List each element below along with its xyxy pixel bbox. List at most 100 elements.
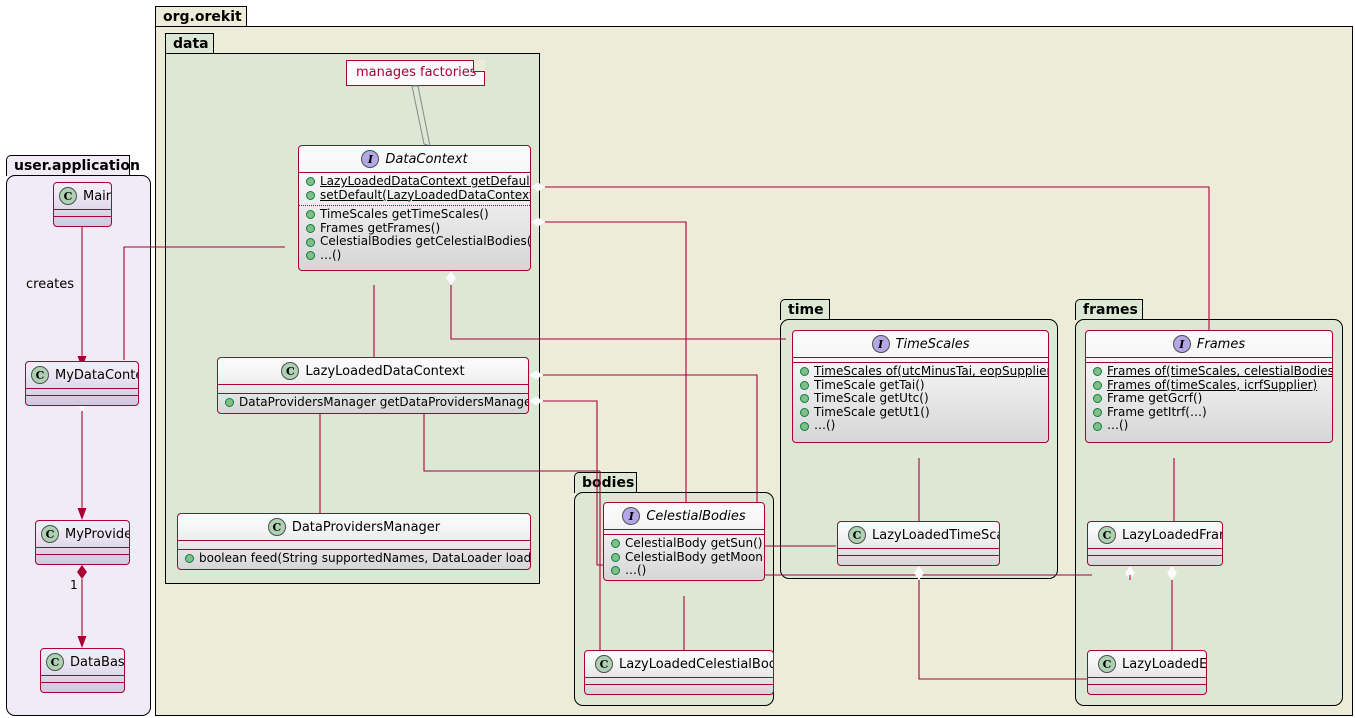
member-row: …() <box>1086 419 1332 433</box>
member-label: Frames of(timeScales, icrfSupplier) <box>1107 377 1318 392</box>
visibility-public-icon <box>800 421 809 431</box>
class-frames-name: Frames <box>1196 336 1246 352</box>
class-lazyloadedframes-name: LazyLoadedFrames <box>1122 527 1222 543</box>
class-dataprovidersmanager-members: boolean feed(String supportedNames, Data… <box>178 550 530 569</box>
class-lazyloadedcelestialbodies[interactable]: C LazyLoadedCelestialBodies <box>584 650 774 695</box>
empty-attributes-row <box>218 385 528 393</box>
class-icon: C <box>281 362 300 380</box>
class-datacontext-header: I DataContext <box>299 146 530 172</box>
member-row: DataProvidersManager getDataProvidersMan… <box>218 395 529 410</box>
interface-icon: I <box>871 335 890 353</box>
package-user-application-body <box>6 175 151 716</box>
class-datacontext-name: DataContext <box>385 151 468 167</box>
empty-methods-row <box>41 683 124 689</box>
class-mydatacontext-name: MyDataContext <box>55 367 138 383</box>
member-row: boolean feed(String supportedNames, Data… <box>178 551 530 566</box>
class-celestialbodies-header: I CelestialBodies <box>604 503 764 529</box>
interface-icon: I <box>361 150 380 168</box>
visibility-public-icon <box>611 539 620 549</box>
visibility-public-icon <box>225 398 234 408</box>
class-mydatacontext-header: C MyDataContext <box>26 362 138 388</box>
member-label: CelestialBody getSun() <box>625 536 763 550</box>
class-celestialbodies-name: CelestialBodies <box>646 508 746 524</box>
visibility-public-icon <box>306 177 315 187</box>
class-icon: C <box>1098 655 1116 673</box>
visibility-public-icon <box>1093 408 1102 418</box>
member-row: setDefault(LazyLoadedDataContext) <box>299 188 530 203</box>
class-database[interactable]: C DataBase <box>40 648 125 693</box>
member-row: Frame getItrf(…) <box>1086 404 1332 420</box>
class-timescales[interactable]: I TimeScales TimeScales of(utcMinusTai, … <box>792 330 1049 443</box>
class-timescales-name: TimeScales <box>895 336 970 352</box>
class-lazyloadedframes[interactable]: C LazyLoadedFrames <box>1087 521 1223 566</box>
member-label: TimeScales of(utcMinusTai, eopSupplier) <box>814 364 1049 378</box>
class-datacontext[interactable]: I DataContext LazyLoadedDataContext getD… <box>298 145 531 271</box>
class-mydatacontext[interactable]: C MyDataContext <box>25 361 139 406</box>
class-icon: C <box>848 526 866 544</box>
member-label: TimeScales getTimeScales() <box>320 207 489 222</box>
class-icon: C <box>46 653 64 671</box>
member-label: …() <box>814 418 836 433</box>
edge-label-creates: creates <box>26 277 75 292</box>
visibility-public-icon <box>1093 367 1102 377</box>
package-user-application: user.application <box>6 155 151 716</box>
member-label: Frames of(timeScales, celestialBodies) <box>1107 364 1333 378</box>
class-lazyloadedtimescales-name: LazyLoadedTimeScales <box>872 527 999 543</box>
member-label: Frame getItrf(…) <box>1107 404 1207 419</box>
member-row: TimeScale getUtc() <box>793 392 1048 406</box>
empty-methods-row <box>838 556 999 562</box>
class-main[interactable]: C Main <box>53 182 112 227</box>
class-lazyloadeddatacontext-members: DataProvidersManager getDataProvidersMan… <box>218 394 528 413</box>
class-myprovider-header: C MyProvider <box>36 521 129 547</box>
member-label: TimeScale getUtc() <box>814 391 929 406</box>
class-main-header: C Main <box>54 183 111 209</box>
class-lazyloadedtimescales-header: C LazyLoadedTimeScales <box>838 522 999 548</box>
class-datacontext-members: TimeScales getTimeScales() Frames getFra… <box>299 206 530 265</box>
empty-methods-row <box>1088 685 1206 691</box>
member-row: LazyLoadedDataContext getDefault() <box>299 174 531 189</box>
member-label: Frames getFrames() <box>320 220 441 235</box>
class-timescales-header: I TimeScales <box>793 331 1048 357</box>
class-lazyloadedtimescales[interactable]: C LazyLoadedTimeScales <box>837 521 1000 566</box>
class-myprovider[interactable]: C MyProvider <box>35 520 130 565</box>
member-row: TimeScales getTimeScales() <box>299 208 530 222</box>
class-main-name: Main <box>83 188 112 204</box>
member-row: Frames of(timeScales, icrfSupplier) <box>1086 377 1332 393</box>
empty-methods-row <box>26 396 138 402</box>
member-row: TimeScales of(utcMinusTai, eopSupplier) <box>793 364 1049 379</box>
interface-icon: I <box>1172 335 1191 353</box>
empty-methods-row <box>1088 556 1222 562</box>
member-label: …() <box>625 563 647 578</box>
class-icon: C <box>41 525 59 543</box>
class-icon: C <box>595 655 613 673</box>
class-lazyloadedeop-name: LazyLoadedEop <box>1122 656 1207 672</box>
package-data: data <box>165 33 540 584</box>
member-row: …() <box>793 419 1048 433</box>
package-data-label: data <box>165 33 214 54</box>
class-lazyloadeddatacontext[interactable]: C LazyLoadedDataContext DataProvidersMan… <box>217 357 529 414</box>
member-label: LazyLoadedDataContext getDefault() <box>320 174 531 188</box>
class-icon: C <box>267 518 286 536</box>
visibility-public-icon <box>800 367 809 377</box>
note-text: manages factories <box>356 65 477 80</box>
class-lazyloadeddatacontext-header: C LazyLoadedDataContext <box>218 358 528 384</box>
package-user-application-label: user.application <box>6 155 140 176</box>
member-label: CelestialBody getMoon() <box>625 549 765 564</box>
class-icon: C <box>59 187 77 205</box>
member-row: TimeScale getUt1() <box>793 405 1048 420</box>
visibility-public-icon <box>1093 380 1102 390</box>
interface-icon: I <box>622 507 641 525</box>
visibility-public-icon <box>611 566 620 576</box>
member-row: CelestialBodies getCelestialBodies() <box>299 235 530 249</box>
class-celestialbodies[interactable]: I CelestialBodies CelestialBody getSun()… <box>603 502 765 581</box>
class-frames[interactable]: I Frames Frames of(timeScales, celestial… <box>1085 330 1333 443</box>
visibility-public-icon <box>611 552 620 562</box>
class-dataprovidersmanager[interactable]: C DataProvidersManager boolean feed(Stri… <box>177 513 531 570</box>
member-row: Frames of(timeScales, celestialBodies) <box>1086 364 1333 379</box>
note-manages-factories: manages factories <box>346 60 485 86</box>
visibility-public-icon <box>306 190 315 200</box>
visibility-public-icon <box>306 237 315 247</box>
class-lazyloadedeop[interactable]: C LazyLoadedEop <box>1087 650 1207 695</box>
member-label: DataProvidersManager getDataProvidersMan… <box>239 395 529 409</box>
visibility-public-icon <box>306 210 315 220</box>
